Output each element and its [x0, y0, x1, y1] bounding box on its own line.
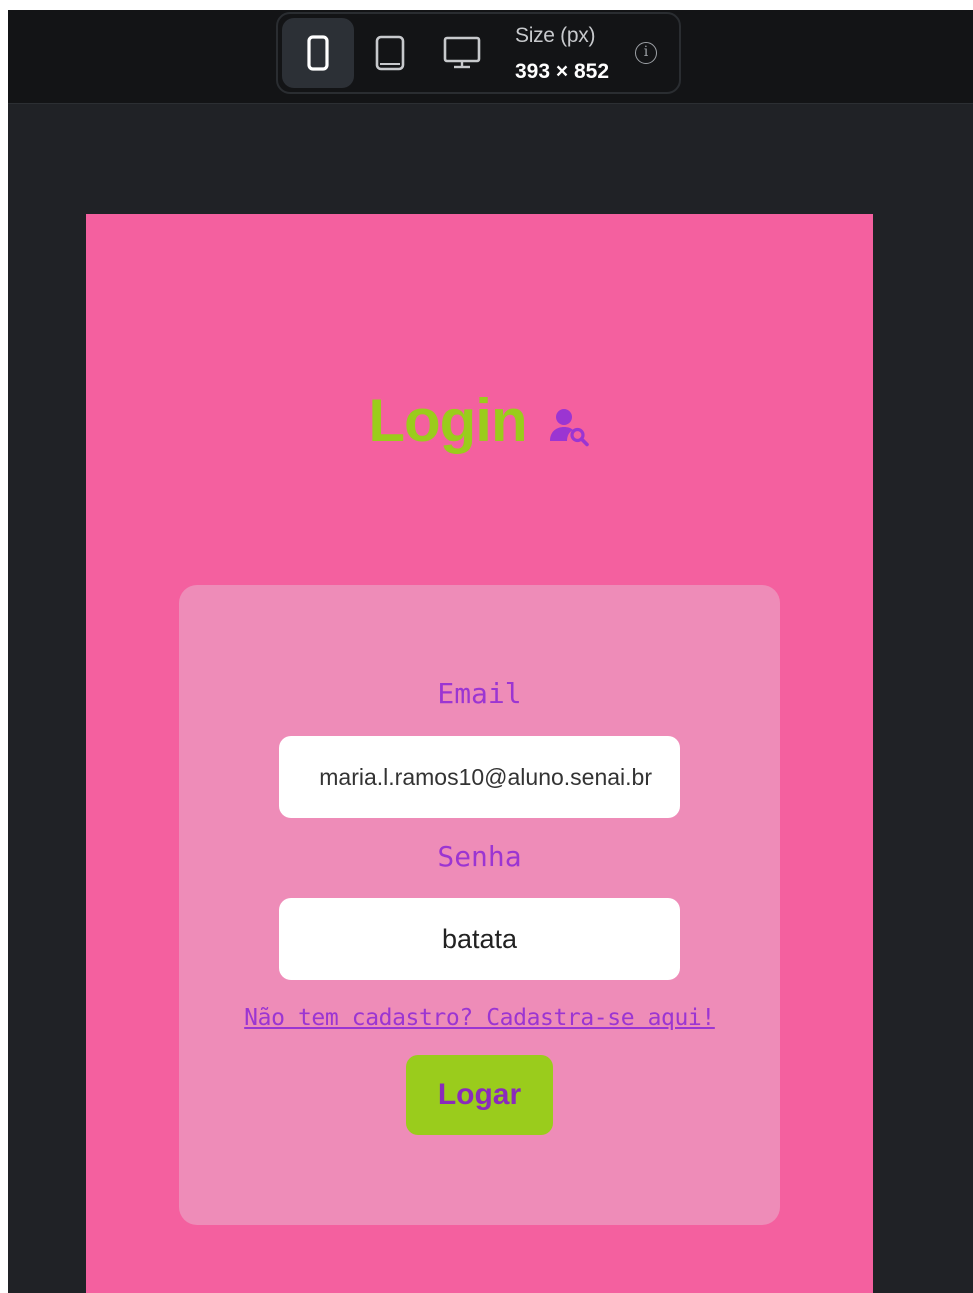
password-label: Senha	[437, 840, 522, 873]
signup-link[interactable]: Não tem cadastro? Cadastra-se aqui!	[179, 1005, 780, 1031]
email-field[interactable]	[279, 736, 680, 818]
device-viewport: Login Email Senha Não tem cadastro? Cada…	[86, 214, 873, 1293]
info-icon[interactable]: i	[635, 42, 657, 64]
email-label: Email	[437, 677, 522, 710]
login-button[interactable]: Logar	[406, 1055, 553, 1135]
login-card: Email Senha Não tem cadastro? Cadastra-s…	[179, 585, 780, 1225]
desktop-icon	[443, 36, 481, 69]
page-header: Login	[86, 386, 873, 455]
tablet-icon	[375, 35, 405, 71]
phone-icon	[307, 35, 329, 71]
devtools-frame: Size (px) 393 × 852 i Login Email Senha …	[8, 10, 973, 1293]
device-toolbar: Size (px) 393 × 852 i	[276, 12, 681, 94]
password-field[interactable]	[279, 898, 680, 980]
desktop-device-button[interactable]	[426, 18, 498, 88]
phone-device-button[interactable]	[282, 18, 354, 88]
tablet-device-button[interactable]	[354, 18, 426, 88]
user-search-icon	[549, 408, 589, 446]
size-label: Size (px)	[515, 24, 596, 47]
page-title: Login	[368, 387, 527, 454]
size-value: 393 × 852	[515, 60, 610, 83]
device-toolbar-bar: Size (px) 393 × 852 i	[8, 10, 973, 104]
